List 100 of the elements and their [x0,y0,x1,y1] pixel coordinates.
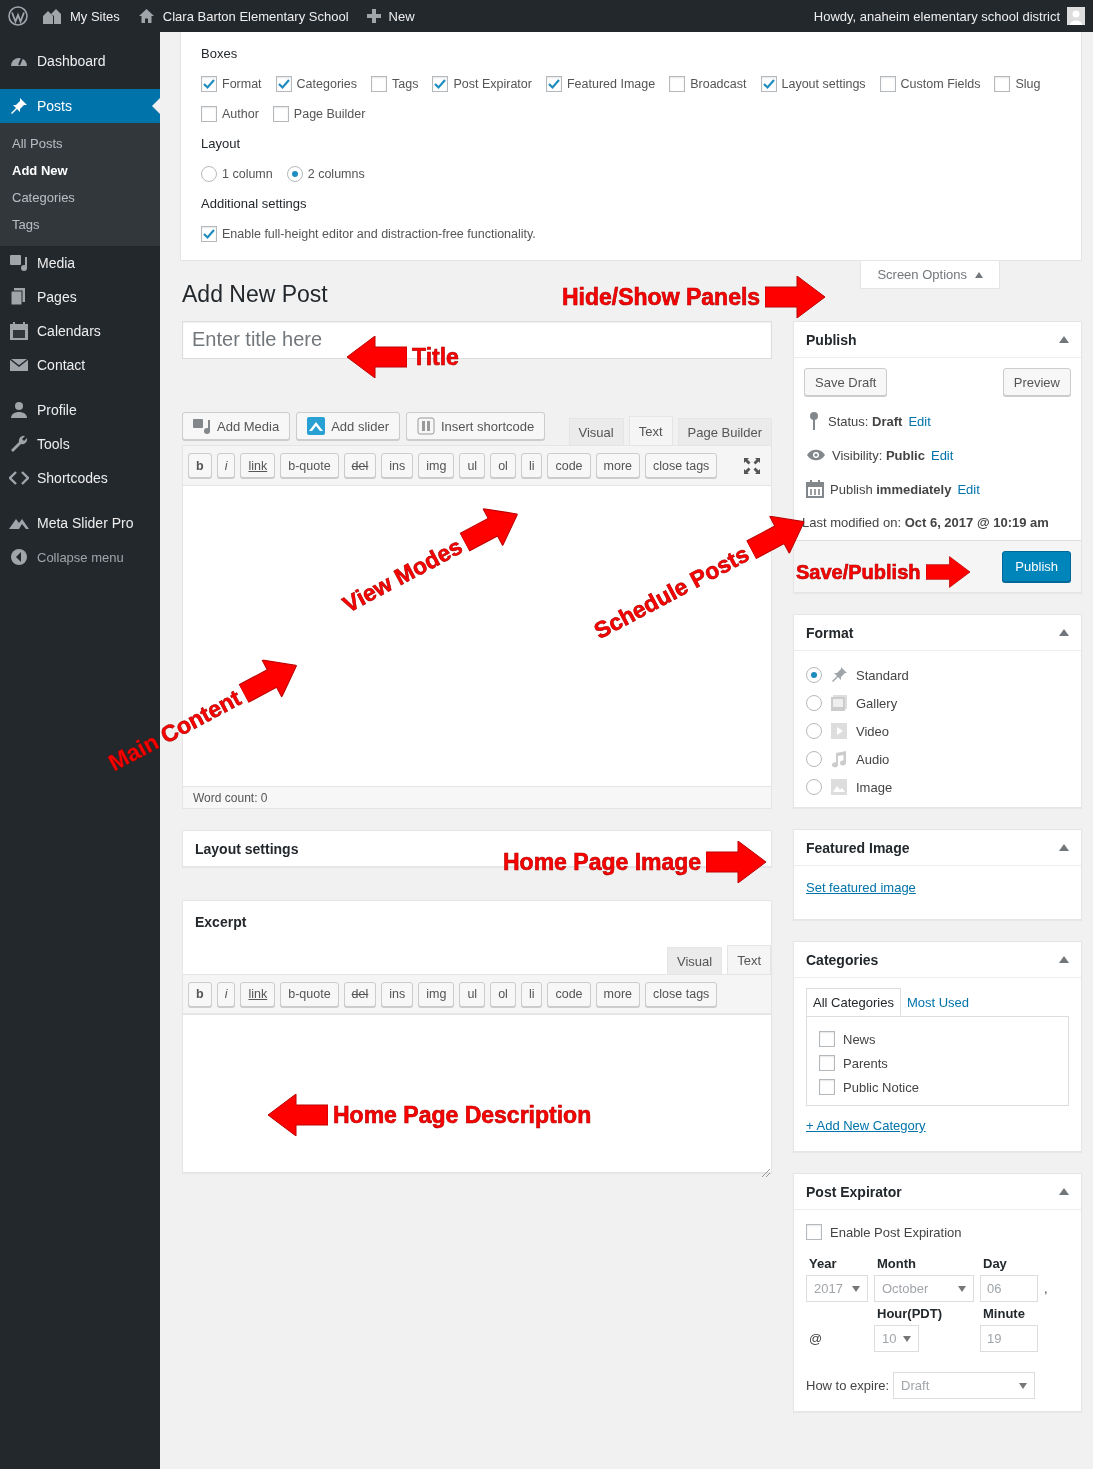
editor-tab[interactable]: Page Builder [677,418,772,445]
format-button[interactable]: b [188,453,212,478]
format-button[interactable]: more [595,981,641,1007]
format-button[interactable]: ins [381,453,414,478]
format-button[interactable]: link [240,453,276,478]
home-icon [137,8,155,24]
collapse-toggle-icon[interactable] [1059,844,1069,851]
checkbox[interactable] [275,76,292,92]
checkbox[interactable] [819,1079,835,1095]
collapse-menu-button[interactable]: Collapse menu [0,540,160,574]
preview-button[interactable]: Preview [1002,368,1071,396]
format-button[interactable]: link [240,981,276,1007]
radio-button[interactable] [806,751,822,767]
category-tab[interactable]: Most Used [900,988,976,1016]
format-button[interactable]: close tags [645,453,718,478]
format-button[interactable]: code [547,981,591,1007]
format-button[interactable]: close tags [645,981,718,1007]
menu-item[interactable]: Dashboard [0,44,160,78]
edit-link[interactable]: Edit [957,481,980,497]
checkbox[interactable] [432,76,449,92]
toolbar-link[interactable]: Clara Barton Elementary School [137,8,349,24]
checkbox[interactable] [819,1055,835,1071]
checkbox[interactable] [806,1224,822,1240]
format-button[interactable]: ul [459,453,486,478]
menu-item[interactable]: Calendars [0,314,160,348]
collapse-toggle-icon[interactable] [1059,629,1069,636]
media-button[interactable]: Add slider [296,412,400,440]
wrench-icon [9,434,29,454]
format-button[interactable]: ul [459,981,486,1007]
callout-label: Hide/Show Panels [562,283,761,311]
menu-item[interactable]: Shortcodes [0,461,160,495]
media-button[interactable]: Add Media [182,412,291,440]
menu-item[interactable]: Meta Slider Pro [0,506,160,540]
format-button[interactable]: ol [490,981,516,1007]
format-button[interactable]: img [418,981,455,1007]
menu-item[interactable]: Pages [0,280,160,314]
submenu-item[interactable]: Categories [0,184,160,211]
save-draft-button[interactable]: Save Draft [804,368,888,396]
toolbar-link[interactable]: New [366,8,415,24]
checkbox[interactable] [879,76,896,92]
checkbox[interactable] [272,106,289,122]
screen-options-tab[interactable]: Screen Options [860,261,1000,289]
editor-tab[interactable]: Visual [568,418,624,445]
checkbox[interactable] [545,76,562,92]
format-button[interactable]: b [188,981,212,1007]
checkbox[interactable] [201,76,217,92]
format-button[interactable]: li [520,981,543,1007]
menu-item[interactable]: Tools [0,427,160,461]
publish-button[interactable]: Publish [1002,551,1071,582]
resize-handle-icon[interactable] [761,1168,770,1177]
set-featured-image-link[interactable]: Set featured image [806,880,916,895]
submenu-item[interactable]: All Posts [0,130,160,157]
menu-item[interactable]: Profile [0,393,160,427]
format-button[interactable]: del [343,981,377,1007]
format-button[interactable]: del [343,453,377,478]
menu-item[interactable]: Contact [0,348,160,382]
format-button[interactable]: i [216,453,236,478]
format-button[interactable]: ol [490,453,516,478]
format-button[interactable]: img [418,453,455,478]
radio-button[interactable] [806,667,822,683]
radio-button[interactable] [201,166,217,182]
edit-link[interactable]: Edit [930,447,954,463]
editor-tab[interactable]: Text [628,416,673,445]
add-category-link[interactable]: + Add New Category [806,1118,926,1133]
checkbox[interactable] [201,226,217,242]
menu-item[interactable]: Media [0,246,160,280]
checkbox[interactable] [201,106,217,122]
format-button[interactable]: more [595,453,641,478]
radio-button[interactable] [286,166,303,182]
radio-button[interactable] [806,695,822,711]
format-button[interactable]: b-quote [280,981,339,1007]
checkbox[interactable] [669,76,686,92]
collapse-toggle-icon[interactable] [1059,956,1069,963]
radio-button[interactable] [806,779,822,795]
editor-tab[interactable]: Visual [666,947,723,974]
checkbox[interactable] [819,1031,835,1047]
logo-icon[interactable] [8,6,28,26]
category-tab[interactable]: All Categories [806,988,901,1016]
toolbar-link[interactable]: My Sites [42,7,120,25]
media-button[interactable]: Insert shortcode [405,412,546,440]
collapse-toggle-icon[interactable] [1059,336,1069,343]
format-button[interactable]: li [520,453,543,478]
submenu-item[interactable]: Add New [0,157,160,184]
checkbox-label: Format [222,77,262,91]
collapse-toggle-icon[interactable] [1059,1188,1069,1195]
format-button[interactable]: code [547,453,591,478]
account-menu[interactable]: Howdy, anaheim elementary school district [813,7,1085,25]
checkbox-label: Parents [843,1055,888,1071]
checkbox[interactable] [994,76,1011,92]
submenu-item[interactable]: Tags [0,211,160,238]
checkbox[interactable] [371,76,388,92]
edit-link[interactable]: Edit [908,413,931,429]
fullscreen-icon[interactable] [743,456,761,475]
format-button[interactable]: b-quote [280,453,339,478]
menu-item[interactable]: Posts [0,89,160,123]
format-button[interactable]: ins [381,981,414,1007]
checkbox[interactable] [760,76,777,92]
editor-tab[interactable]: Text [727,945,771,974]
format-button[interactable]: i [216,981,236,1007]
radio-button[interactable] [806,723,822,739]
